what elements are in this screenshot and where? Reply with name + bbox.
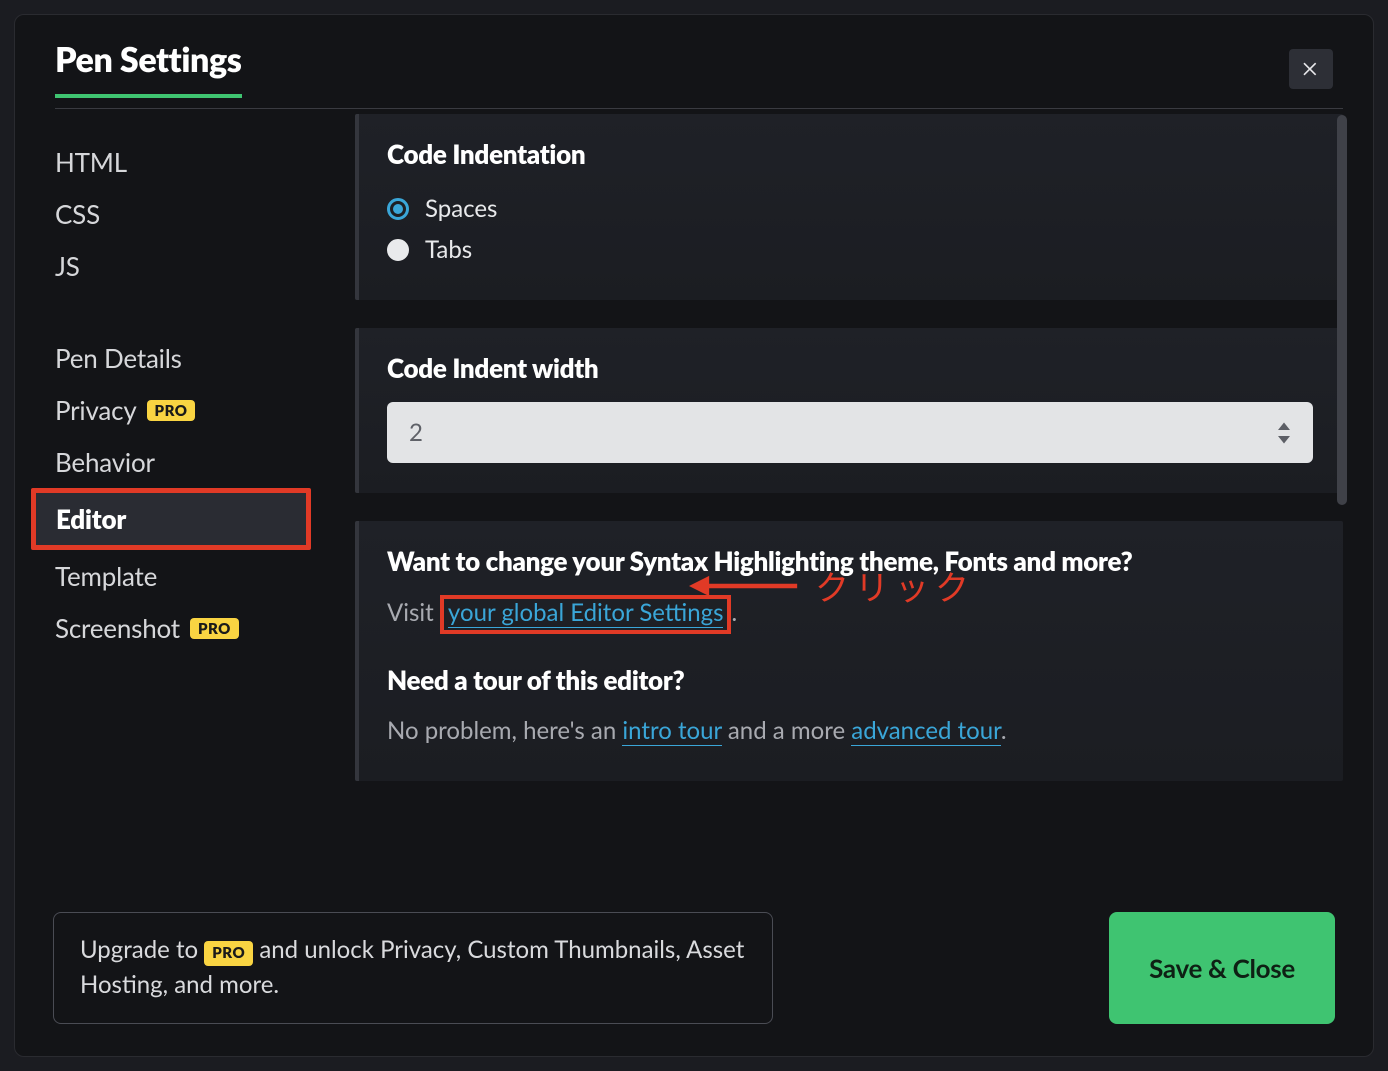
pro-badge: PRO [147,400,196,421]
scrollbar[interactable] [1337,115,1347,505]
nav-template[interactable]: Template [55,550,315,602]
text: No problem, here's an [387,716,622,745]
panel-more-settings: Want to change your Syntax Highlighting … [355,521,1343,781]
annotation-text: クリック [815,561,975,610]
nav-css[interactable]: CSS [55,188,315,240]
nav-label: Screenshot [55,612,180,644]
radio-label: Spaces [425,194,497,223]
modal-body: HTML CSS JS Pen Details Privacy PRO Beha… [15,106,1373,884]
nav-label: Behavior [55,446,155,478]
radio-spaces[interactable]: Spaces [387,188,1313,229]
panel-heading: Code Indent width [387,352,1313,384]
chevron-up-down-icon [1275,421,1293,445]
nav-screenshot[interactable]: Screenshot PRO [55,602,315,654]
global-editor-settings-link[interactable]: your global Editor Settings [448,598,724,628]
advanced-tour-link[interactable]: advanced tour [851,716,1001,746]
indent-width-select[interactable]: 2 [387,402,1313,463]
nav-js[interactable]: JS [55,240,315,292]
save-close-button[interactable]: Save & Close [1109,912,1335,1024]
settings-content: Code Indentation Spaces Tabs Code Indent… [315,106,1343,884]
nav-behavior[interactable]: Behavior [55,436,315,488]
indent-width-select-wrap: 2 [387,402,1313,463]
nav-pen-details[interactable]: Pen Details [55,332,315,384]
text: and a more [722,716,852,745]
global-editor-settings-highlight: your global Editor Settings [440,595,732,634]
nav-label: Pen Details [55,342,182,374]
radio-label: Tabs [425,235,472,264]
nav-group-meta: Pen Details Privacy PRO Behavior Editor … [55,332,315,654]
close-icon [1301,59,1321,79]
nav-group-code: HTML CSS JS [55,136,315,292]
text: Upgrade to [80,935,204,964]
panel-indent-width: Code Indent width 2 [355,328,1343,493]
radio-tabs[interactable]: Tabs [387,229,1313,270]
panel-heading: Need a tour of this editor? [387,664,1313,696]
pro-badge: PRO [204,941,253,966]
annotation-arrow: クリック [689,561,975,610]
button-label: Save & Close [1149,952,1295,984]
select-value: 2 [409,418,423,447]
settings-modal: Pen Settings HTML CSS JS Pen Details Pri… [14,14,1374,1057]
upgrade-callout[interactable]: Upgrade to PRO and unlock Privacy, Custo… [53,912,773,1024]
header-divider [55,108,1343,109]
settings-sidebar: HTML CSS JS Pen Details Privacy PRO Beha… [55,106,315,884]
modal-title: Pen Settings [55,39,242,98]
text: Visit [387,598,440,627]
modal-header: Pen Settings [15,15,1373,106]
arrow-left-icon [689,571,799,601]
nav-html[interactable]: HTML [55,136,315,188]
close-button[interactable] [1289,49,1333,89]
nav-label: Editor [56,503,126,535]
radio-icon [387,198,409,220]
nav-label: Template [55,560,157,592]
radio-icon [387,239,409,261]
nav-label: Privacy [55,394,137,426]
text: . [1001,716,1007,745]
intro-tour-link[interactable]: intro tour [622,716,721,746]
nav-privacy[interactable]: Privacy PRO [55,384,315,436]
panel-heading: Code Indentation [387,138,1313,170]
modal-footer: Upgrade to PRO and unlock Privacy, Custo… [15,884,1373,1056]
tour-line: No problem, here's an intro tour and a m… [387,714,1313,748]
pro-badge: PRO [190,618,239,639]
nav-editor[interactable]: Editor [31,488,311,550]
panel-code-indentation: Code Indentation Spaces Tabs [355,114,1343,300]
